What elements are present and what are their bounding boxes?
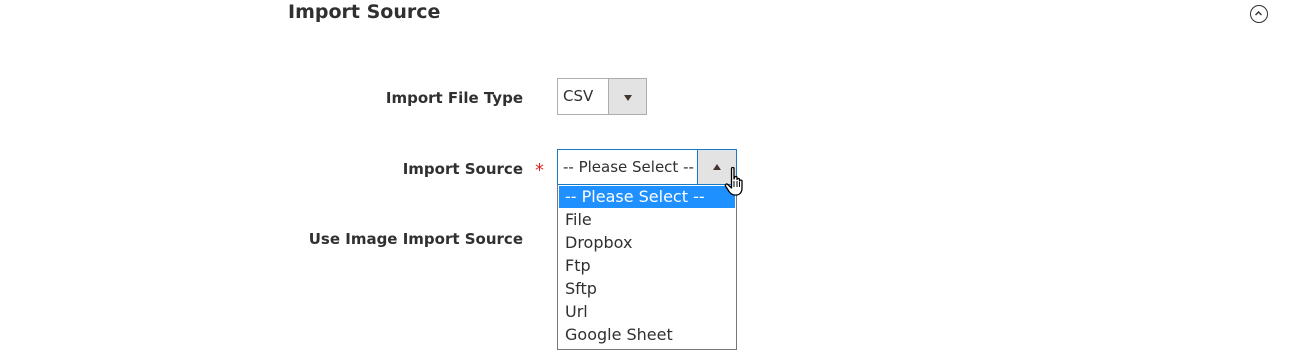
import-source-dropdown[interactable]: -- Please Select -- File Dropbox Ftp Sft…	[557, 185, 737, 350]
section-title: Import Source	[288, 1, 441, 23]
import-file-type-toggle[interactable]	[608, 79, 646, 114]
collapse-section-button[interactable]	[1250, 5, 1268, 23]
caret-up-icon	[713, 164, 721, 170]
import-source-value: -- Please Select --	[563, 158, 694, 176]
dropdown-option-sftp[interactable]: Sftp	[558, 277, 736, 300]
import-file-type-select[interactable]: CSV	[557, 78, 647, 115]
caret-down-icon	[624, 95, 632, 101]
dropdown-option-please-select[interactable]: -- Please Select --	[559, 186, 735, 208]
dropdown-option-file[interactable]: File	[558, 208, 736, 231]
dropdown-option-dropbox[interactable]: Dropbox	[558, 231, 736, 254]
import-source-toggle[interactable]	[697, 150, 736, 184]
dropdown-option-url[interactable]: Url	[558, 300, 736, 323]
dropdown-option-ftp[interactable]: Ftp	[558, 254, 736, 277]
import-file-type-value: CSV	[563, 87, 594, 105]
use-image-import-source-label: Use Image Import Source	[308, 230, 523, 248]
import-source-section: Import Source Import File Type CSV Impor…	[0, 0, 1310, 360]
import-source-label: Import Source	[402, 160, 523, 178]
required-indicator: *	[535, 160, 544, 181]
chevron-up-circle-icon	[1255, 11, 1262, 16]
import-source-select[interactable]: -- Please Select --	[557, 149, 737, 185]
import-file-type-label: Import File Type	[385, 89, 523, 107]
dropdown-option-google-sheet[interactable]: Google Sheet	[558, 323, 736, 346]
